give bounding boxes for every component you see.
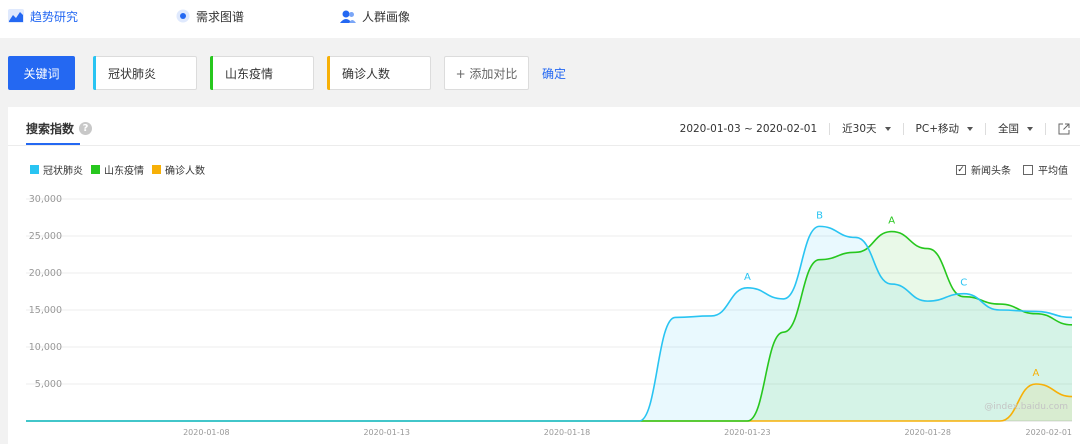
trend-chart: 30,000 25,000 20,000 15,000 10,000 5,000 2020-… — [26, 194, 1073, 437]
tab-demand-graph-label: 需求图谱 — [196, 9, 245, 24]
add-comparison-button[interactable]: + 添加对比 — [444, 56, 529, 90]
tab-people-profile[interactable]: 人群画像 — [340, 0, 410, 32]
keyword-bar: 关键词 冠状肺炎 山东疫情 确诊人数 + 添加对比 确定 — [0, 38, 1080, 105]
tab-demand-graph[interactable]: 需求图谱 — [176, 0, 244, 32]
x-tick-label: 2020-01-08 — [183, 428, 230, 437]
trend-icon — [8, 9, 24, 23]
x-tick-label: 2020-02-01 — [1026, 428, 1073, 437]
annotation-label: B — [816, 210, 823, 221]
tab-trend-research-label: 趋势研究 — [30, 9, 79, 24]
y-tick-label: 30,000 — [29, 194, 62, 205]
y-tick-label: 5,000 — [35, 379, 62, 390]
series-area — [26, 231, 1072, 421]
tab-trend-research[interactable]: 趋势研究 — [8, 0, 78, 32]
keyword-box-1[interactable]: 冠状肺炎 — [93, 56, 197, 90]
search-index-panel: 搜索指数 ? 2020-01-03 ~ 2020-02-01 近30天 PC+移… — [8, 107, 1080, 444]
keyword-label: 冠状肺炎 — [108, 66, 157, 81]
x-tick-label: 2020-01-18 — [544, 428, 591, 437]
demand-graph-icon — [176, 9, 190, 23]
keyword-box-3[interactable]: 确诊人数 — [327, 56, 431, 90]
keyword-color-bar — [93, 56, 96, 90]
y-tick-label: 10,000 — [29, 342, 62, 353]
annotation-label: A — [1033, 368, 1040, 379]
confirm-button[interactable]: 确定 — [542, 56, 566, 90]
y-tick-label: 20,000 — [29, 268, 62, 279]
keyword-type-button[interactable]: 关键词 — [8, 56, 75, 90]
people-icon — [340, 10, 356, 23]
watermark: @index.baidu.com — [984, 402, 1068, 412]
keyword-label: 山东疫情 — [225, 66, 274, 81]
y-tick-label: 15,000 — [29, 305, 62, 316]
x-tick-label: 2020-01-13 — [363, 428, 410, 437]
y-tick-label: 25,000 — [29, 231, 62, 242]
top-nav: 趋势研究 需求图谱 人群画像 — [0, 0, 1080, 38]
keyword-color-bar — [327, 56, 330, 90]
x-tick-label: 2020-01-28 — [904, 428, 951, 437]
annotation-label: C — [960, 278, 967, 289]
keyword-color-bar — [210, 56, 213, 90]
keyword-box-2[interactable]: 山东疫情 — [210, 56, 314, 90]
annotation-label: A — [888, 216, 895, 227]
tab-people-profile-label: 人群画像 — [362, 9, 411, 24]
keyword-label: 确诊人数 — [342, 66, 391, 81]
x-tick-label: 2020-01-23 — [724, 428, 771, 437]
annotation-label: A — [744, 272, 751, 283]
